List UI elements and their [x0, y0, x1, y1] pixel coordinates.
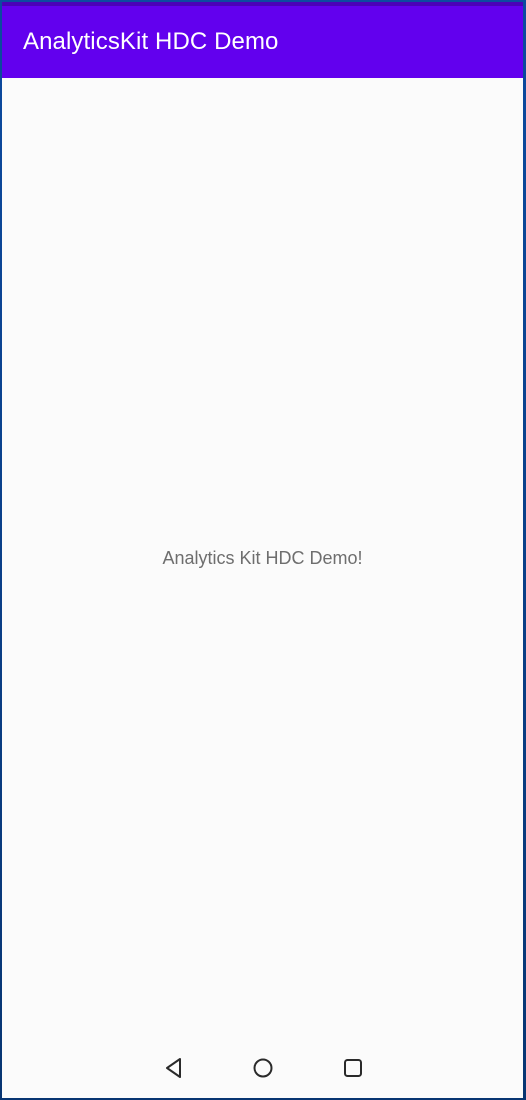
recent-apps-square-icon — [344, 1059, 362, 1077]
main-content: Analytics Kit HDC Demo! — [2, 78, 523, 1038]
demo-message: Analytics Kit HDC Demo! — [162, 548, 363, 568]
home-button[interactable] — [249, 1054, 277, 1082]
phone-screen: AnalyticsKit HDC Demo Analytics Kit HDC … — [2, 2, 523, 1098]
app-toolbar: AnalyticsKit HDC Demo — [2, 6, 523, 78]
device-frame: AnalyticsKit HDC Demo Analytics Kit HDC … — [0, 0, 526, 1100]
recent-apps-button[interactable] — [339, 1054, 367, 1082]
back-triangle-icon — [166, 1058, 181, 1078]
app-title: AnalyticsKit HDC Demo — [23, 28, 279, 55]
system-navigation-bar — [2, 1036, 523, 1098]
home-circle-icon — [253, 1058, 273, 1078]
back-button[interactable] — [160, 1054, 188, 1082]
